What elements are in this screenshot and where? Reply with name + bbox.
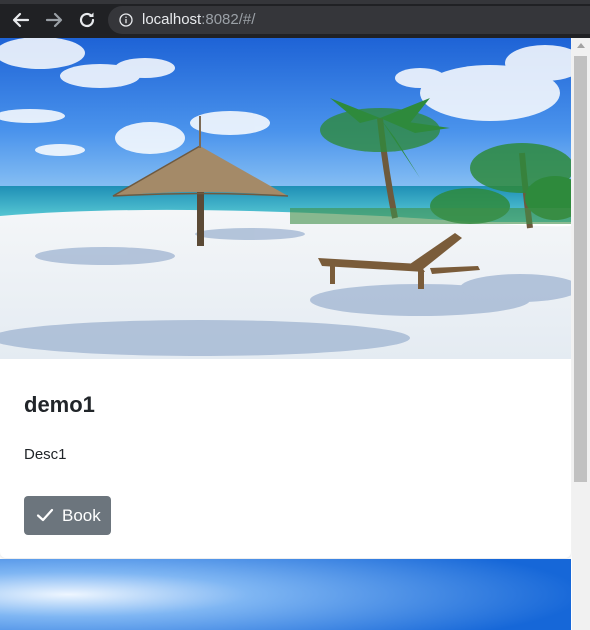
reload-button[interactable]: [75, 8, 99, 32]
scroll-up-arrow-icon[interactable]: [577, 43, 585, 48]
next-card-sky-image: [0, 559, 571, 630]
forward-button[interactable]: [42, 8, 66, 32]
reload-icon: [79, 12, 95, 28]
check-icon: [36, 508, 54, 522]
back-icon: [12, 12, 30, 28]
vertical-scrollbar[interactable]: [572, 38, 590, 630]
url-host: localhost: [142, 11, 202, 28]
back-button[interactable]: [9, 8, 33, 32]
book-button[interactable]: Book: [24, 496, 111, 535]
card-description: Desc1: [24, 446, 67, 463]
url-text: localhost:8082/#/: [142, 11, 255, 29]
next-card-image: [0, 559, 571, 630]
page-viewport: demo1 Desc1 Book: [0, 38, 572, 630]
address-bar[interactable]: localhost:8082/#/: [108, 6, 590, 34]
tab-strip-edge: [0, 0, 590, 4]
info-icon[interactable]: [119, 13, 133, 27]
card-image: [0, 38, 571, 359]
product-card: demo1 Desc1 Book: [0, 38, 571, 558]
url-path: :8082/#/: [201, 11, 256, 28]
browser-toolbar: localhost:8082/#/: [0, 0, 590, 38]
forward-icon: [45, 12, 63, 28]
book-button-label: Book: [62, 506, 101, 525]
card-title: demo1: [24, 392, 95, 417]
scrollbar-thumb[interactable]: [574, 56, 587, 482]
